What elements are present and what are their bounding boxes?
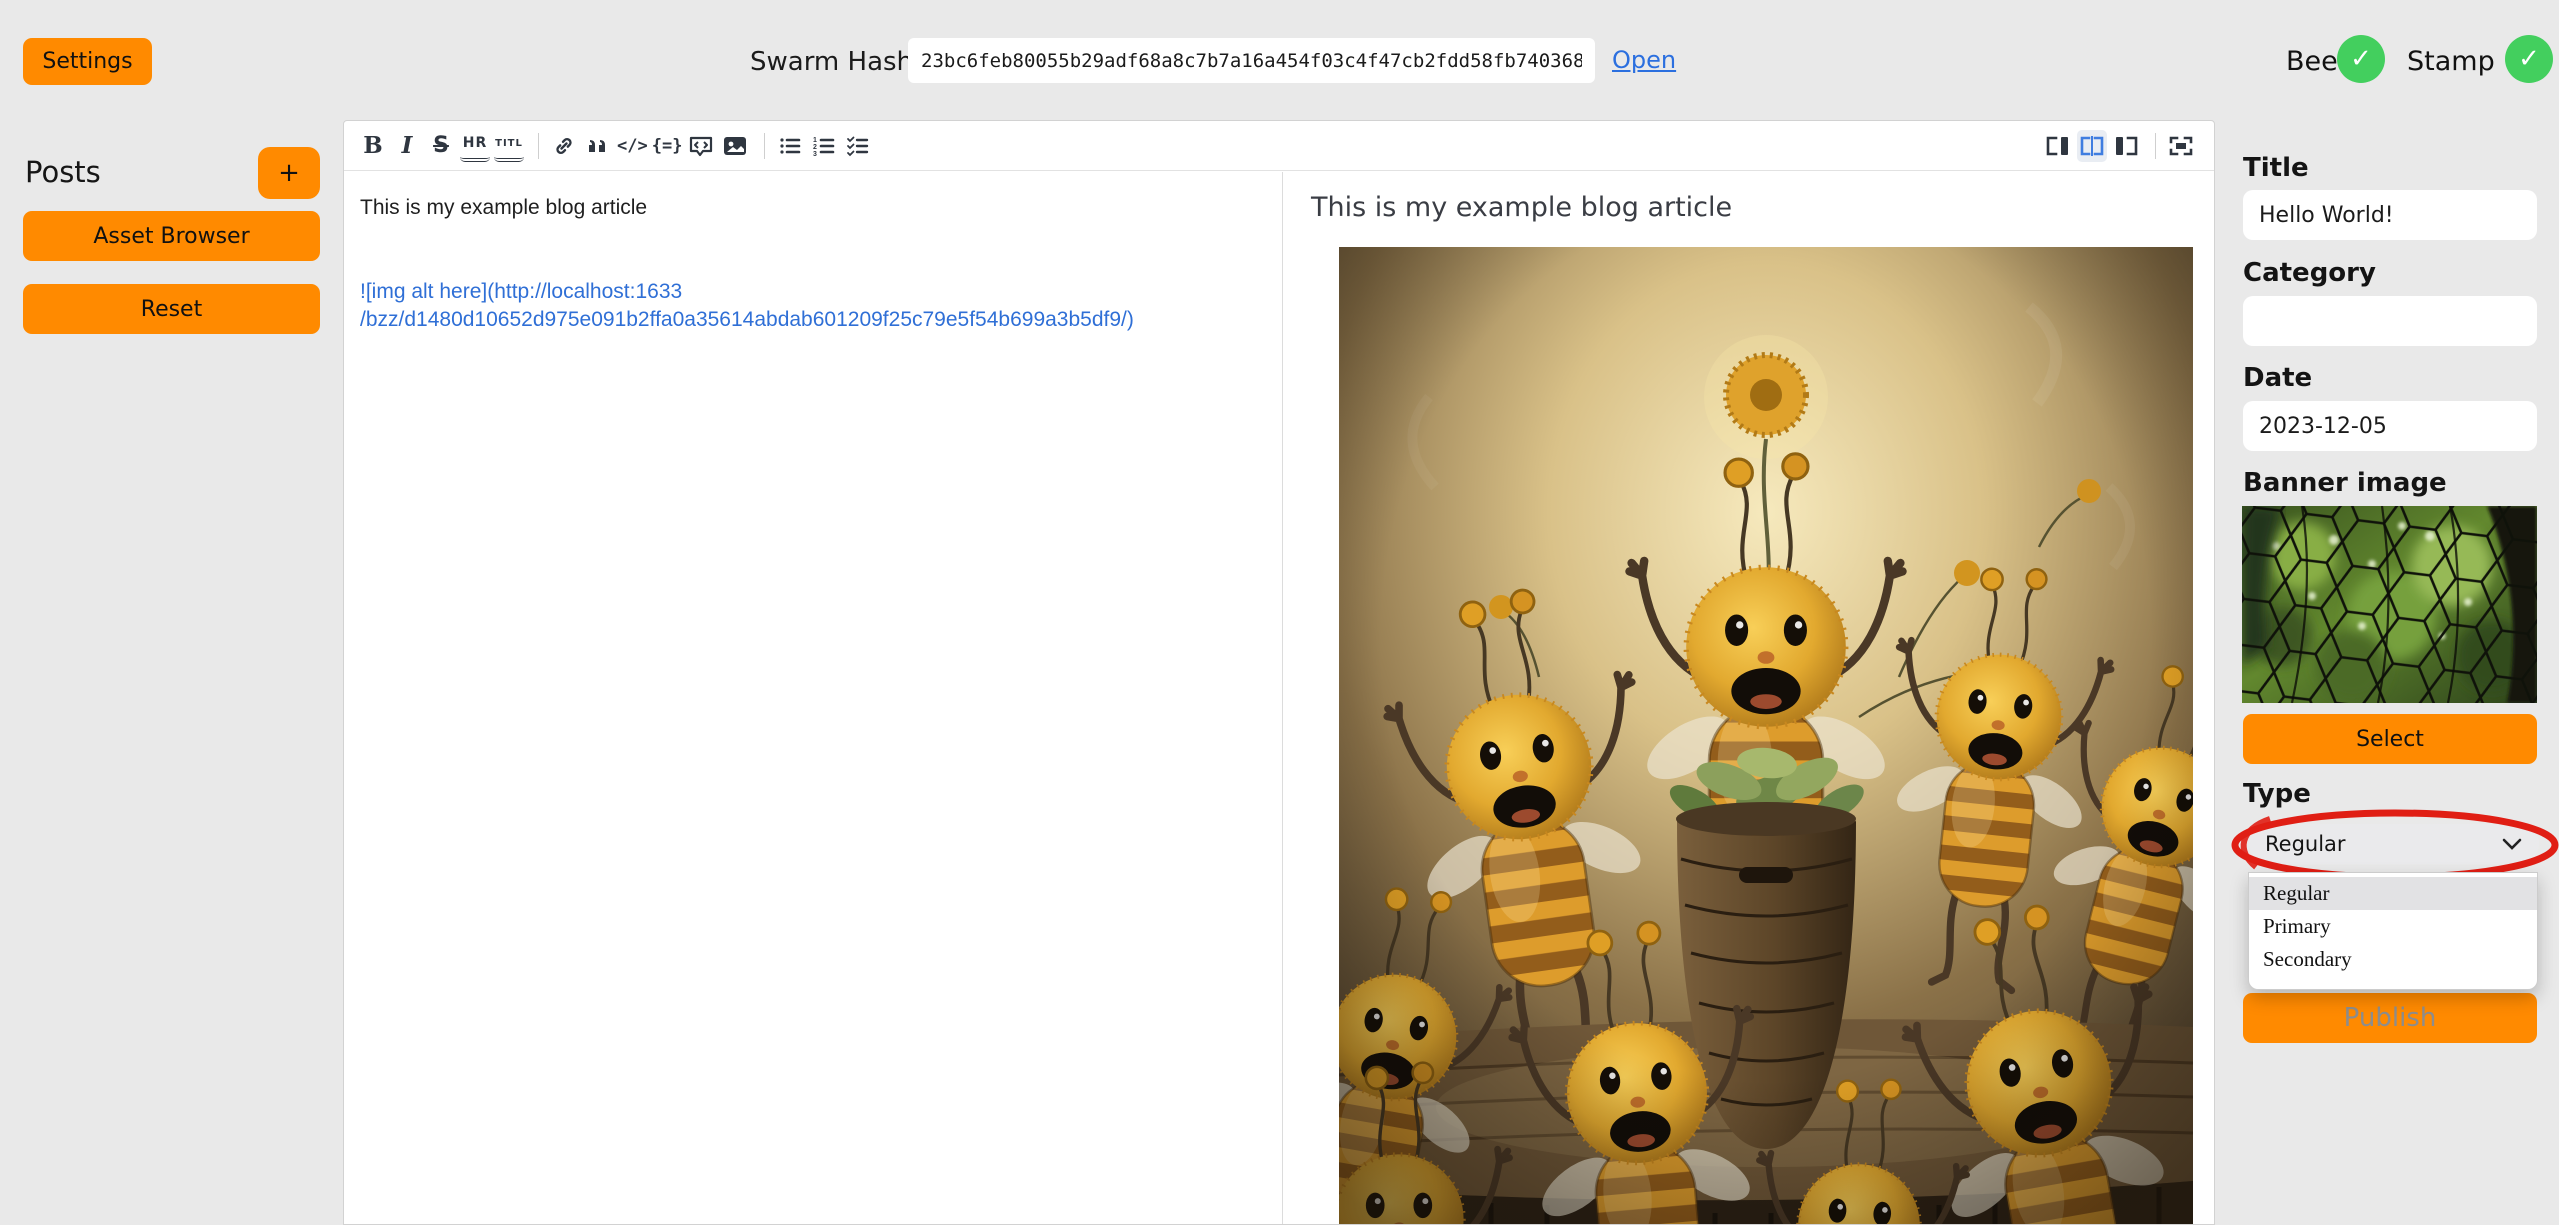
editor-image-link-line2: /bzz/d1480d10652d975e091b2ffa0a35614abda…	[360, 306, 1266, 334]
stamp-status-label: Stamp	[2407, 46, 2495, 77]
chevron-down-icon	[2501, 837, 2523, 851]
toolbar-divider	[2155, 133, 2156, 159]
bold-icon[interactable]: B	[358, 130, 388, 162]
swarm-hash-input[interactable]	[908, 38, 1595, 83]
checklist-icon[interactable]	[843, 130, 873, 162]
editor-image-link-line1: ![img alt here](http://localhost:1633	[360, 278, 1266, 306]
bee-status-label: Bee	[2286, 46, 2338, 77]
svg-text:3: 3	[813, 151, 817, 158]
fullscreen-icon[interactable]	[2166, 130, 2196, 162]
editor-panel: B I S HR TITL </> {=}	[343, 120, 2215, 1225]
settings-button[interactable]: Settings	[23, 38, 152, 85]
preview-bee-image	[1339, 247, 2193, 1225]
banner-image-thumbnail	[2242, 506, 2537, 703]
banner-image-label: Banner image	[2243, 468, 2447, 498]
publish-button[interactable]: Publish	[2243, 993, 2537, 1043]
title-label: Title	[2243, 153, 2309, 183]
preview-heading: This is my example blog article	[1311, 192, 2188, 223]
asset-browser-button[interactable]: Asset Browser	[23, 211, 320, 261]
posts-heading: Posts	[25, 155, 101, 189]
view-split-icon[interactable]	[2077, 130, 2107, 162]
toolbar-divider	[538, 133, 539, 159]
type-select-value: Regular	[2265, 832, 2346, 856]
date-input[interactable]	[2243, 401, 2537, 451]
svg-text:2: 2	[813, 144, 817, 151]
etherjot-blog-editor: Settings Swarm Hash Open Bee ✓ Stamp ✓ P…	[0, 0, 2559, 1225]
open-link[interactable]: Open	[1612, 46, 1676, 74]
link-icon[interactable]	[549, 130, 579, 162]
title-icon[interactable]: TITL	[494, 130, 524, 162]
markdown-toolbar: B I S HR TITL </> {=}	[344, 121, 2214, 171]
title-input[interactable]	[2243, 190, 2537, 240]
svg-text:1: 1	[813, 137, 817, 144]
category-label: Category	[2243, 258, 2376, 288]
bee-check-icon: ✓	[2337, 35, 2385, 83]
banner-select-button[interactable]: Select	[2243, 714, 2537, 764]
stamp-check-icon: ✓	[2505, 35, 2553, 83]
strikethrough-icon[interactable]: S	[426, 130, 456, 162]
type-option-regular[interactable]: Regular	[2249, 877, 2537, 910]
italic-icon[interactable]: I	[392, 130, 422, 162]
markdown-editor[interactable]: This is my example blog article ![img al…	[344, 172, 1282, 1225]
type-select[interactable]: Regular	[2249, 824, 2539, 864]
editor-text-line: This is my example blog article	[360, 194, 1266, 222]
type-dropdown-menu: Regular Primary Secondary	[2248, 872, 2538, 990]
code-block-icon[interactable]: {=}	[652, 130, 683, 162]
category-input[interactable]	[2243, 296, 2537, 346]
embed-code-icon[interactable]	[686, 130, 716, 162]
image-icon[interactable]	[720, 130, 750, 162]
add-post-button[interactable]: +	[258, 147, 320, 199]
editor-blank-line	[360, 222, 1266, 250]
date-label: Date	[2243, 363, 2312, 393]
view-editor-only-icon[interactable]	[2043, 130, 2073, 162]
editor-blank-line	[360, 250, 1266, 278]
reset-button[interactable]: Reset	[23, 284, 320, 334]
code-icon[interactable]: </>	[617, 130, 648, 162]
type-option-primary[interactable]: Primary	[2249, 910, 2537, 943]
type-label: Type	[2243, 779, 2311, 809]
swarm-hash-label: Swarm Hash	[750, 47, 913, 77]
ordered-list-icon[interactable]: 1 2 3	[809, 130, 839, 162]
quote-icon[interactable]	[583, 130, 613, 162]
horizontal-rule-icon[interactable]: HR	[460, 130, 490, 162]
type-option-secondary[interactable]: Secondary	[2249, 943, 2537, 976]
unordered-list-icon[interactable]	[775, 130, 805, 162]
view-preview-only-icon[interactable]	[2111, 130, 2141, 162]
markdown-preview: This is my example blog article	[1283, 172, 2215, 1225]
toolbar-divider	[764, 133, 765, 159]
